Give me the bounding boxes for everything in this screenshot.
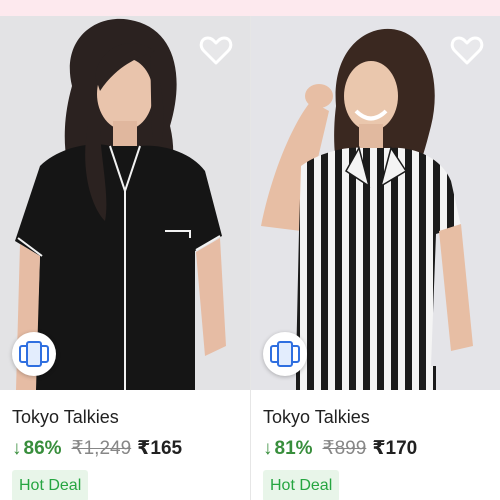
hot-deal-badge: Hot Deal: [263, 470, 340, 500]
similar-products-icon: [270, 341, 300, 367]
wishlist-heart-icon[interactable]: [449, 32, 485, 68]
product-grid: Tokyo Talkies ↓ 86% ₹1,249 ₹165 Hot Deal: [0, 16, 500, 500]
original-price: ₹1,249: [71, 438, 132, 459]
product-brand: Tokyo Talkies: [12, 407, 119, 427]
selling-price: ₹165: [137, 438, 183, 459]
similar-products-icon: [19, 341, 49, 367]
discount-label: ↓ 81%: [263, 438, 313, 460]
discount-percent: 81%: [274, 438, 313, 459]
product-image[interactable]: [251, 16, 500, 390]
similar-products-button[interactable]: [263, 332, 307, 376]
product-image[interactable]: [0, 16, 250, 390]
product-info: Tokyo Talkies ↓ 81% ₹899 ₹170 Hot Deal: [263, 406, 492, 500]
original-price: ₹899: [322, 438, 367, 459]
heart-outline-icon: [450, 36, 484, 65]
price-row: ↓ 81% ₹899 ₹170: [263, 438, 492, 460]
product-card[interactable]: Tokyo Talkies ↓ 81% ₹899 ₹170 Hot Deal: [250, 16, 500, 500]
top-strip: [0, 0, 500, 16]
down-arrow-icon: ↓: [263, 438, 273, 459]
product-info: Tokyo Talkies ↓ 86% ₹1,249 ₹165 Hot Deal: [12, 406, 242, 500]
discount-label: ↓ 86%: [12, 438, 62, 460]
hot-deal-badge: Hot Deal: [12, 470, 89, 500]
discount-percent: 86%: [23, 438, 62, 459]
heart-outline-icon: [199, 36, 233, 65]
price-row: ↓ 86% ₹1,249 ₹165: [12, 438, 242, 460]
wishlist-heart-icon[interactable]: [198, 32, 234, 68]
product-card[interactable]: Tokyo Talkies ↓ 86% ₹1,249 ₹165 Hot Deal: [0, 16, 250, 500]
down-arrow-icon: ↓: [12, 438, 22, 459]
selling-price: ₹170: [372, 438, 418, 459]
similar-products-button[interactable]: [12, 332, 56, 376]
product-brand: Tokyo Talkies: [263, 407, 370, 427]
